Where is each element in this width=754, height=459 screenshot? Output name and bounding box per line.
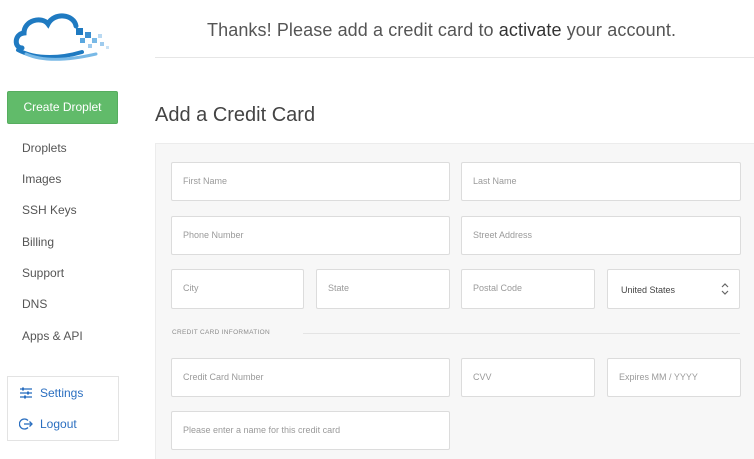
banner-message: Thanks! Please add a credit card to acti… — [207, 20, 676, 41]
section-divider — [303, 333, 740, 334]
sidebar-item-support[interactable]: Support — [22, 266, 64, 280]
banner-text-start: Thanks! Please add a credit card to — [207, 20, 499, 40]
activation-banner: Thanks! Please add a credit card to acti… — [155, 0, 754, 58]
country-value: United States — [621, 285, 676, 295]
country-select[interactable]: United States — [607, 269, 740, 309]
cvv-field[interactable]: CVV — [461, 358, 595, 397]
sidebar-item-droplets[interactable]: Droplets — [22, 141, 67, 155]
logout-link[interactable]: Logout — [7, 408, 119, 441]
logout-label: Logout — [40, 417, 77, 431]
sidebar-item-ssh-keys[interactable]: SSH Keys — [22, 203, 77, 217]
last-name-field[interactable]: Last Name — [461, 162, 741, 201]
sidebar: Create Droplet Droplets Images SSH Keys … — [0, 0, 130, 459]
credit-card-number-field[interactable]: Credit Card Number — [171, 358, 450, 397]
sliders-icon — [20, 387, 32, 399]
banner-text-end: your account. — [561, 20, 677, 40]
page-title: Add a Credit Card — [155, 104, 316, 126]
select-arrows-icon — [721, 283, 729, 295]
banner-text-emphasis: activate — [498, 20, 562, 40]
state-field[interactable]: State — [316, 269, 450, 309]
expiration-field[interactable]: Expires MM / YYYY — [607, 358, 741, 397]
sidebar-item-images[interactable]: Images — [22, 172, 61, 186]
settings-label: Settings — [40, 386, 84, 400]
sidebar-item-dns[interactable]: DNS — [22, 297, 47, 311]
card-name-field[interactable]: Please enter a name for this credit card — [171, 411, 450, 450]
logout-icon — [19, 418, 33, 430]
sidebar-item-apps-api[interactable]: Apps & API — [22, 329, 83, 343]
street-address-field[interactable]: Street Address — [461, 216, 741, 255]
first-name-field[interactable]: First Name — [171, 162, 450, 201]
sidebar-item-billing[interactable]: Billing — [22, 235, 54, 249]
postal-code-field[interactable]: Postal Code — [461, 269, 595, 309]
credit-card-section-label: CREDIT CARD INFORMATION — [172, 329, 271, 336]
settings-link[interactable]: Settings — [7, 376, 119, 409]
create-droplet-button[interactable]: Create Droplet — [7, 91, 118, 124]
city-field[interactable]: City — [171, 269, 304, 309]
phone-number-field[interactable]: Phone Number — [171, 216, 450, 255]
